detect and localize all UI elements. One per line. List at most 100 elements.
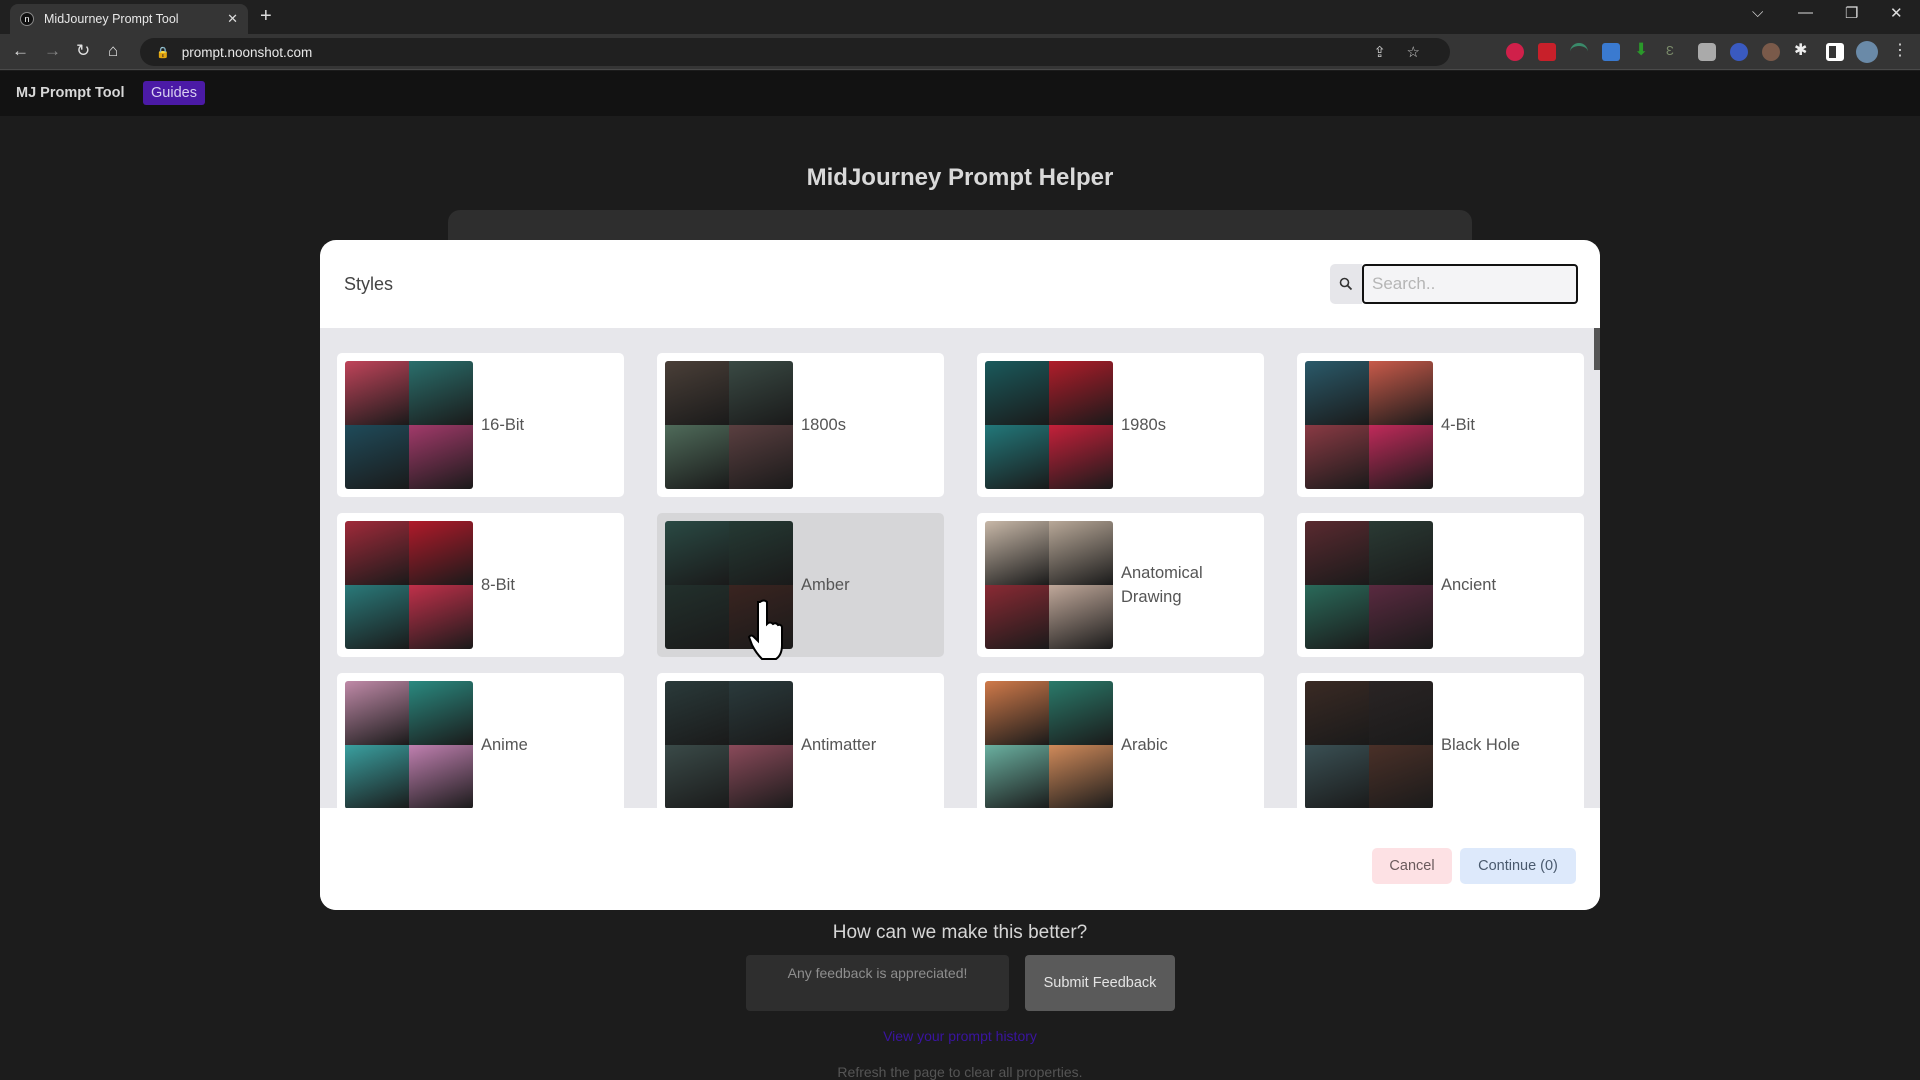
thumbnail-tile [1305,681,1369,745]
thumbnail-tile [409,521,473,585]
thumbnail-tile [1049,745,1113,808]
browser-tab[interactable]: n MidJourney Prompt Tool ✕ [10,4,248,34]
style-card[interactable]: Black Hole [1297,673,1584,808]
refresh-note: Refresh the page to clear all properties… [837,1064,1083,1080]
feedback-textarea[interactable] [746,955,1009,1011]
style-thumbnail [1305,681,1433,808]
thumbnail-tile [729,521,793,585]
style-card[interactable]: Amber [657,513,944,657]
style-card[interactable]: 16-Bit [337,353,624,497]
thumbnail-tile [1305,361,1369,425]
thumbnail-tile [1369,681,1433,745]
modal-footer: Cancel Continue (0) [320,808,1600,910]
thumbnail-tile [729,745,793,808]
thumbnail-tile [1369,361,1433,425]
thumbnail-tile [345,585,409,649]
reload-icon[interactable]: ↻ [76,41,90,61]
search-input[interactable] [1362,264,1578,304]
thumbnail-tile [1369,521,1433,585]
thumbnail-tile [665,425,729,489]
style-card[interactable]: 1800s [657,353,944,497]
style-label: 1980s [1121,416,1166,434]
styles-modal: Styles 16-Bit 1800s 1980s 4-Bit 8-Bit Amber An… [320,240,1600,910]
style-thumbnail [345,361,473,489]
url-text: prompt.noonshot.com [181,44,313,60]
side-panel-icon[interactable] [1826,43,1844,61]
thumbnail-tile [1049,425,1113,489]
bookmark-star-icon[interactable]: ☆ [1407,43,1420,61]
thumbnail-tile [665,745,729,808]
address-bar[interactable]: 🔒 prompt.noonshot.com ⇪ ☆ [140,38,1450,66]
style-card[interactable]: 8-Bit [337,513,624,657]
thumbnail-tile [665,361,729,425]
lastpass-extension-icon[interactable] [1538,43,1556,61]
close-tab-icon[interactable]: ✕ [227,11,238,27]
scrollbar[interactable] [1594,328,1600,808]
back-icon[interactable]: ← [12,41,29,61]
home-icon[interactable]: ⌂ [108,41,118,61]
restore-icon[interactable]: ❐ [1845,4,1858,22]
thumbnail-tile [985,425,1049,489]
minimize-icon[interactable]: — [1798,4,1813,21]
thumbnail-tile [729,425,793,489]
share-icon[interactable]: ⇪ [1373,43,1386,61]
style-label: Arabic [1121,736,1168,754]
thumbnail-tile [345,425,409,489]
site-favicon-icon: n [20,12,34,26]
browser-menu-icon[interactable]: ⋮ [1892,40,1910,59]
thumbnail-tile [1369,425,1433,489]
style-card[interactable]: 4-Bit [1297,353,1584,497]
style-card[interactable]: Anime [337,673,624,808]
thumbnail-tile [409,361,473,425]
extension-tag-icon[interactable] [1602,43,1620,61]
thumbnail-tile [1305,425,1369,489]
style-label: 1800s [801,416,846,434]
download-extension-icon[interactable]: ⬇ [1634,40,1652,59]
scrollbar-thumb[interactable] [1594,328,1600,370]
style-card[interactable]: Antimatter [657,673,944,808]
style-label: 4-Bit [1441,416,1475,434]
brand-logo[interactable]: MJ Prompt Tool [16,85,124,101]
continue-button[interactable]: Continue (0) [1460,848,1576,884]
thumbnail-tile [1369,745,1433,808]
style-card[interactable]: Anatomical Drawing [977,513,1264,657]
style-thumbnail [985,361,1113,489]
guides-link[interactable]: Guides [143,81,205,105]
new-tab-icon[interactable]: + [260,5,272,28]
style-thumbnail [665,681,793,808]
cancel-button[interactable]: Cancel [1372,848,1452,884]
style-card[interactable]: 1980s [977,353,1264,497]
extension-icon[interactable] [1570,43,1588,61]
style-card[interactable]: Arabic [977,673,1264,808]
styles-grid: 16-Bit 1800s 1980s 4-Bit 8-Bit Amber Anatomica… [320,328,1600,808]
profile-avatar[interactable] [1856,41,1878,63]
search-box [1330,264,1578,304]
modal-title: Styles [344,274,394,294]
thumbnail-tile [409,425,473,489]
adblock-extension-icon[interactable] [1506,43,1524,61]
style-card[interactable]: Ancient [1297,513,1584,657]
extension-icon[interactable] [1730,43,1748,61]
extensions-puzzle-icon[interactable]: ✱ [1794,40,1812,59]
thumbnail-tile [1305,745,1369,808]
extension-icon[interactable]: Ɛ [1666,43,1684,61]
search-icon[interactable] [1330,264,1362,304]
camera-extension-icon[interactable] [1698,43,1716,61]
thumbnail-tile [345,521,409,585]
feedback-title: How can we make this better? [832,922,1088,943]
thumbnail-tile [985,585,1049,649]
thumbnail-tile [1049,681,1113,745]
window-close-icon[interactable]: ✕ [1890,4,1903,22]
page-title: MidJourney Prompt Helper [806,164,1114,191]
submit-feedback-button[interactable]: Submit Feedback [1025,955,1175,1011]
hand-cursor-icon [748,599,783,660]
thumbnail-tile [729,361,793,425]
tab-search-chevron-icon[interactable]: ⌵ [1752,4,1763,21]
thumbnail-tile [1049,361,1113,425]
prompt-history-link[interactable]: View your prompt history [0,1028,1920,1044]
style-label: Antimatter [801,736,877,754]
extension-icon[interactable] [1762,43,1780,61]
thumbnail-tile [409,585,473,649]
forward-icon[interactable]: → [44,41,61,61]
thumbnail-tile [409,681,473,745]
